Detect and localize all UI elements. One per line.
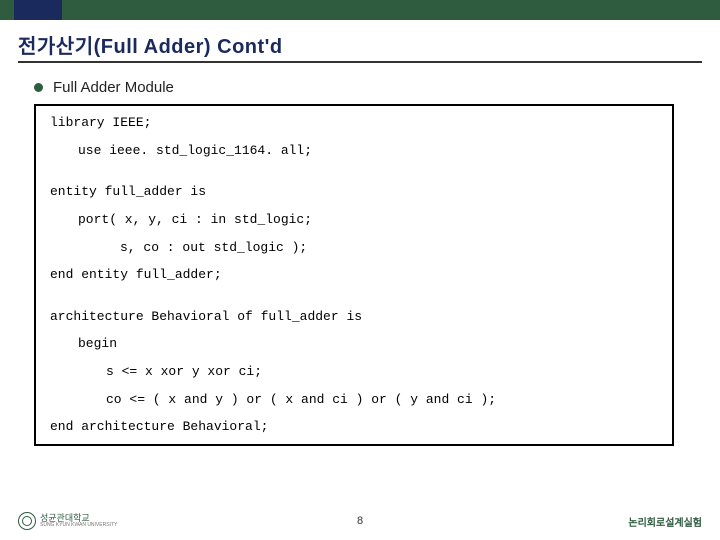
footer-right-label: 논리회로설계실험: [628, 514, 702, 529]
title-wrap: 전가산기(Full Adder) Cont'd: [0, 20, 720, 65]
logo-text: 성균관대학교 SUNG KYUN KWAN UNIVERSITY: [40, 514, 117, 528]
code-line: port( x, y, ci : in std_logic;: [50, 213, 658, 227]
header-bar: [0, 0, 720, 20]
code-line: begin: [50, 337, 658, 351]
content-area: Full Adder Module library IEEE; use ieee…: [0, 65, 720, 446]
university-logo: 성균관대학교 SUNG KYUN KWAN UNIVERSITY: [18, 512, 117, 530]
page-number: 8: [357, 515, 363, 527]
footer: 성균관대학교 SUNG KYUN KWAN UNIVERSITY 8 논리회로설…: [0, 512, 720, 530]
code-line: architecture Behavioral of full_adder is: [50, 310, 658, 324]
slide-title: 전가산기(Full Adder) Cont'd: [18, 30, 702, 63]
code-line: co <= ( x and y ) or ( x and ci ) or ( y…: [50, 393, 658, 407]
code-line: end entity full_adder;: [50, 268, 658, 282]
code-line: s, co : out std_logic );: [50, 241, 658, 255]
code-line: end architecture Behavioral;: [50, 420, 658, 434]
code-line: use ieee. std_logic_1164. all;: [50, 144, 658, 158]
code-line: entity full_adder is: [50, 185, 658, 199]
bullet-text: Full Adder Module: [53, 79, 174, 96]
code-block: library IEEE; use ieee. std_logic_1164. …: [34, 104, 674, 446]
logo-mark-icon: [18, 512, 36, 530]
uni-sub: SUNG KYUN KWAN UNIVERSITY: [40, 523, 117, 528]
bullet-row: Full Adder Module: [34, 79, 686, 96]
bullet-icon: [34, 83, 43, 92]
code-line: s <= x xor y xor ci;: [50, 365, 658, 379]
code-line: library IEEE;: [50, 116, 658, 130]
header-accent: [14, 0, 62, 20]
